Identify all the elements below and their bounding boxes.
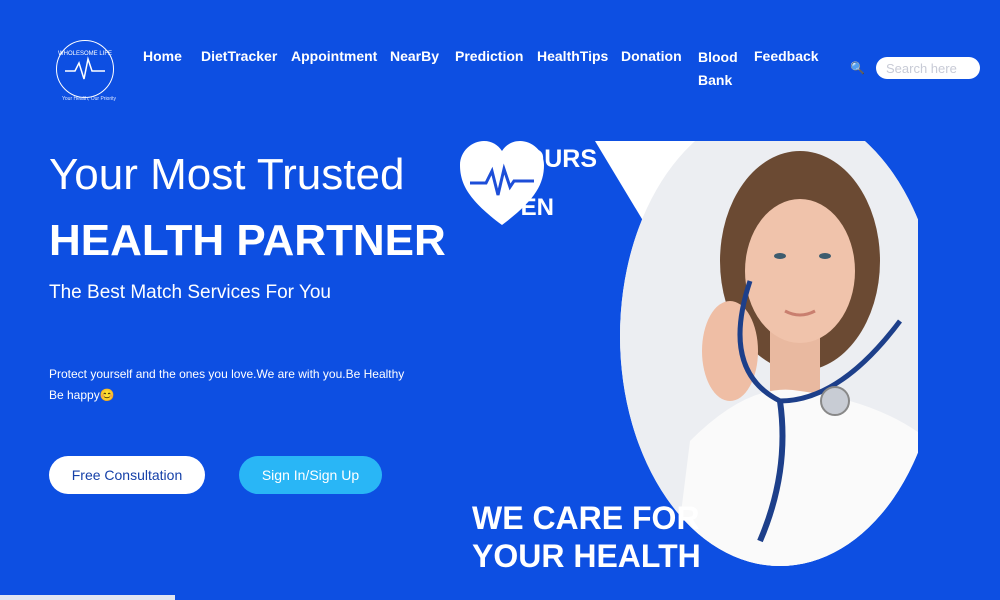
search-icon[interactable]: 🔍 <box>850 61 865 75</box>
heart-pulse-icon <box>460 141 544 225</box>
nav-feedback[interactable]: Feedback <box>754 48 819 64</box>
promo-care-text: WE CARE FOR YOUR HEALTH <box>472 500 701 574</box>
search-input[interactable] <box>876 57 980 79</box>
nav-blood-bank[interactable]: Blood Bank <box>698 46 738 92</box>
nav-nearby[interactable]: NearBy <box>390 48 439 64</box>
sign-in-sign-up-button[interactable]: Sign In/Sign Up <box>239 456 382 494</box>
nav-donation[interactable]: Donation <box>621 48 682 64</box>
brand-logo[interactable]: WHOLESOME LIFE <box>56 40 114 98</box>
hero-title-line2: HEALTH PARTNER <box>49 216 446 265</box>
promo-banner: 24 HOURS OPEN WE CARE FOR YOUR HEALTH <box>460 141 918 600</box>
nav-home[interactable]: Home <box>143 48 182 64</box>
nav-diettracker[interactable]: DietTracker <box>201 48 277 64</box>
horizontal-scrollbar[interactable] <box>0 595 175 600</box>
hero-description: Protect yourself and the ones you love.W… <box>49 367 405 402</box>
nav-appointment[interactable]: Appointment <box>291 48 377 64</box>
brand-name: WHOLESOME LIFE <box>58 51 112 57</box>
free-consultation-button[interactable]: Free Consultation <box>49 456 205 494</box>
nav-prediction[interactable]: Prediction <box>455 48 523 64</box>
hero-title-line1: Your Most Trusted <box>49 150 405 199</box>
brand-tagline: Your Health, Our Priority <box>62 96 117 102</box>
hero-subtitle: The Best Match Services For You <box>49 282 331 303</box>
nav-healthtips[interactable]: HealthTips <box>537 48 608 64</box>
